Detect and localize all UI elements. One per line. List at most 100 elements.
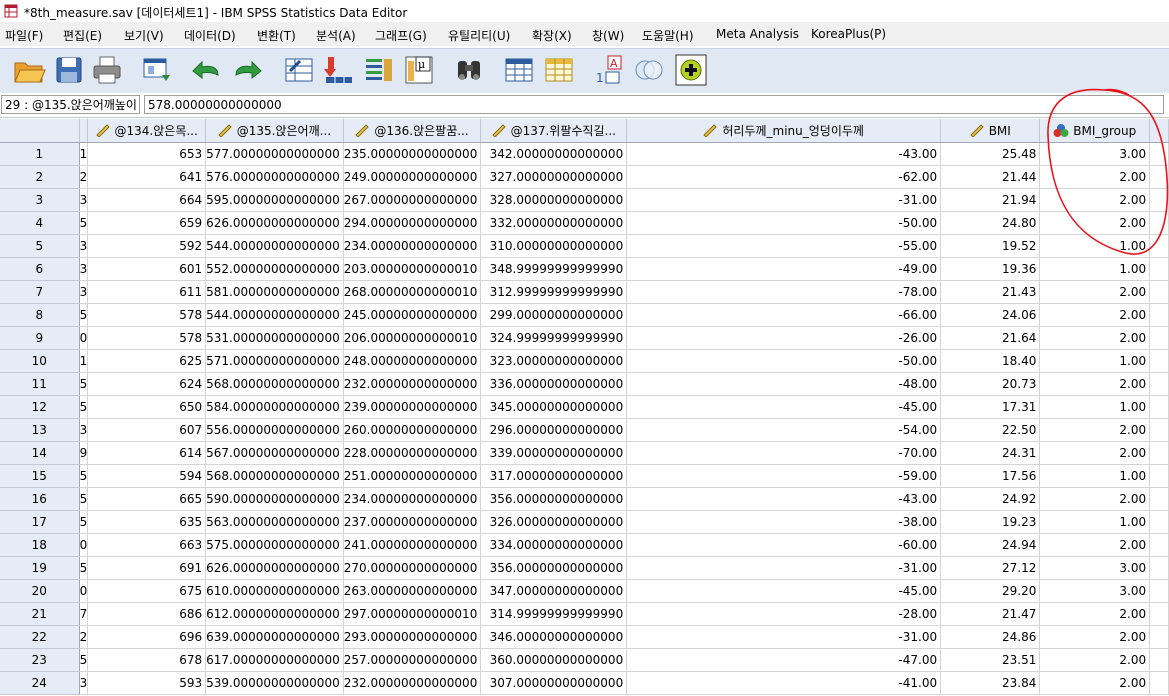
row-header[interactable]: 8 bbox=[0, 303, 80, 327]
data-cell[interactable]: 297.00000000000010 bbox=[343, 602, 482, 626]
data-cell[interactable]: 664 bbox=[87, 188, 207, 212]
row-header[interactable]: 13 bbox=[0, 418, 80, 442]
data-cell[interactable]: -49.00 bbox=[626, 257, 942, 281]
data-cell[interactable]: 571.00000000000000 bbox=[205, 349, 344, 373]
row-header[interactable]: 7 bbox=[0, 280, 80, 304]
column-header-135[interactable]: @135.앉은어깨... bbox=[205, 119, 344, 143]
data-cell-empty[interactable] bbox=[1149, 165, 1169, 189]
data-cell[interactable]: 635 bbox=[87, 510, 207, 534]
data-cell-partial[interactable]: 5 bbox=[79, 395, 89, 419]
data-cell[interactable]: 332.00000000000000 bbox=[480, 211, 628, 235]
data-cell[interactable]: 624 bbox=[87, 372, 207, 396]
data-cell-partial[interactable]: 1 bbox=[79, 349, 89, 373]
data-cell[interactable]: 19.23 bbox=[940, 510, 1041, 534]
data-cell-empty[interactable] bbox=[1149, 372, 1169, 396]
data-cell[interactable]: 251.00000000000000 bbox=[343, 464, 482, 488]
data-cell[interactable]: 590.00000000000000 bbox=[205, 487, 344, 511]
data-cell-partial[interactable]: 3 bbox=[79, 257, 89, 281]
corner-cell[interactable] bbox=[0, 119, 80, 143]
data-cell-partial[interactable]: 5 bbox=[79, 303, 89, 327]
menu-extensions[interactable]: 확장(X) bbox=[532, 27, 572, 44]
data-cell[interactable]: 260.00000000000000 bbox=[343, 418, 482, 442]
data-cell[interactable]: 576.00000000000000 bbox=[205, 165, 344, 189]
data-cell[interactable]: 19.52 bbox=[940, 234, 1041, 258]
redo-icon[interactable] bbox=[230, 53, 264, 87]
column-header-136[interactable]: @136.앉은팔꿈... bbox=[343, 119, 482, 143]
data-cell[interactable]: -28.00 bbox=[626, 602, 942, 626]
data-cell-empty[interactable] bbox=[1149, 464, 1169, 488]
data-cell-empty[interactable] bbox=[1149, 602, 1169, 626]
run-descriptives-icon[interactable]: μ bbox=[402, 53, 436, 87]
data-cell[interactable]: 1.00 bbox=[1039, 395, 1151, 419]
menu-file[interactable]: 파일(F) bbox=[5, 27, 43, 44]
data-cell-partial[interactable]: 5 bbox=[79, 648, 89, 672]
data-cell[interactable]: 307.00000000000000 bbox=[480, 671, 628, 695]
row-header[interactable]: 24 bbox=[0, 671, 80, 695]
column-header-134[interactable]: @134.앉은목... bbox=[87, 119, 207, 143]
data-cell[interactable]: 203.00000000000010 bbox=[343, 257, 482, 281]
data-cell-partial[interactable]: 3 bbox=[79, 671, 89, 695]
data-cell[interactable]: -38.00 bbox=[626, 510, 942, 534]
data-cell[interactable]: -78.00 bbox=[626, 280, 942, 304]
data-cell[interactable]: 25.48 bbox=[940, 142, 1041, 166]
data-cell[interactable]: 232.00000000000000 bbox=[343, 671, 482, 695]
variables-icon[interactable] bbox=[362, 53, 396, 87]
data-cell[interactable]: 1.00 bbox=[1039, 510, 1151, 534]
data-cell[interactable]: 310.00000000000000 bbox=[480, 234, 628, 258]
data-cell[interactable]: 2.00 bbox=[1039, 602, 1151, 626]
data-cell[interactable]: -50.00 bbox=[626, 349, 942, 373]
data-cell[interactable]: 296.00000000000000 bbox=[480, 418, 628, 442]
data-cell-empty[interactable] bbox=[1149, 418, 1169, 442]
value-labels-icon[interactable]: A1 bbox=[592, 53, 626, 87]
data-cell[interactable]: 2.00 bbox=[1039, 188, 1151, 212]
data-cell[interactable]: 27.12 bbox=[940, 556, 1041, 580]
data-cell[interactable]: 294.00000000000000 bbox=[343, 211, 482, 235]
data-cell[interactable]: 241.00000000000000 bbox=[343, 533, 482, 557]
data-cell-empty[interactable] bbox=[1149, 142, 1169, 166]
data-cell-empty[interactable] bbox=[1149, 556, 1169, 580]
menu-meta-analysis[interactable]: Meta Analysis bbox=[716, 27, 799, 41]
data-cell-partial[interactable]: 3 bbox=[79, 188, 89, 212]
data-cell[interactable]: 2.00 bbox=[1039, 165, 1151, 189]
data-cell[interactable]: 584.00000000000000 bbox=[205, 395, 344, 419]
data-cell[interactable]: 581.00000000000000 bbox=[205, 280, 344, 304]
data-cell[interactable]: -26.00 bbox=[626, 326, 942, 350]
data-cell-empty[interactable] bbox=[1149, 234, 1169, 258]
row-header[interactable]: 22 bbox=[0, 625, 80, 649]
data-cell[interactable]: -41.00 bbox=[626, 671, 942, 695]
save-icon[interactable] bbox=[52, 53, 86, 87]
data-cell-partial[interactable]: 5 bbox=[79, 372, 89, 396]
data-cell[interactable]: 334.00000000000000 bbox=[480, 533, 628, 557]
data-cell[interactable]: 24.80 bbox=[940, 211, 1041, 235]
data-cell-empty[interactable] bbox=[1149, 188, 1169, 212]
data-cell-partial[interactable]: 5 bbox=[79, 211, 89, 235]
data-cell[interactable]: 17.31 bbox=[940, 395, 1041, 419]
data-cell[interactable]: 2.00 bbox=[1039, 487, 1151, 511]
menu-utilities[interactable]: 유틸리티(U) bbox=[448, 27, 510, 44]
data-cell-partial[interactable]: 7 bbox=[79, 602, 89, 626]
menu-window[interactable]: 창(W) bbox=[592, 27, 624, 44]
data-cell-empty[interactable] bbox=[1149, 326, 1169, 350]
data-cell[interactable]: 17.56 bbox=[940, 464, 1041, 488]
data-cell[interactable]: -60.00 bbox=[626, 533, 942, 557]
data-cell[interactable]: 23.84 bbox=[940, 671, 1041, 695]
row-header[interactable]: 4 bbox=[0, 211, 80, 235]
data-cell-empty[interactable] bbox=[1149, 257, 1169, 281]
print-icon[interactable] bbox=[90, 53, 124, 87]
data-cell[interactable]: 235.00000000000000 bbox=[343, 142, 482, 166]
row-header[interactable]: 19 bbox=[0, 556, 80, 580]
data-cell[interactable]: 24.31 bbox=[940, 441, 1041, 465]
data-cell[interactable]: -70.00 bbox=[626, 441, 942, 465]
data-cell[interactable]: 249.00000000000000 bbox=[343, 165, 482, 189]
data-cell[interactable]: 696 bbox=[87, 625, 207, 649]
data-cell[interactable]: 617.00000000000000 bbox=[205, 648, 344, 672]
data-cell[interactable]: 21.43 bbox=[940, 280, 1041, 304]
data-cell-partial[interactable]: 0 bbox=[79, 326, 89, 350]
data-cell-empty[interactable] bbox=[1149, 579, 1169, 603]
row-header[interactable]: 12 bbox=[0, 395, 80, 419]
data-cell[interactable]: 611 bbox=[87, 280, 207, 304]
data-cell[interactable]: 1.00 bbox=[1039, 257, 1151, 281]
data-cell[interactable]: 317.00000000000000 bbox=[480, 464, 628, 488]
data-cell-empty[interactable] bbox=[1149, 533, 1169, 557]
data-cell[interactable]: 324.99999999999990 bbox=[480, 326, 628, 350]
